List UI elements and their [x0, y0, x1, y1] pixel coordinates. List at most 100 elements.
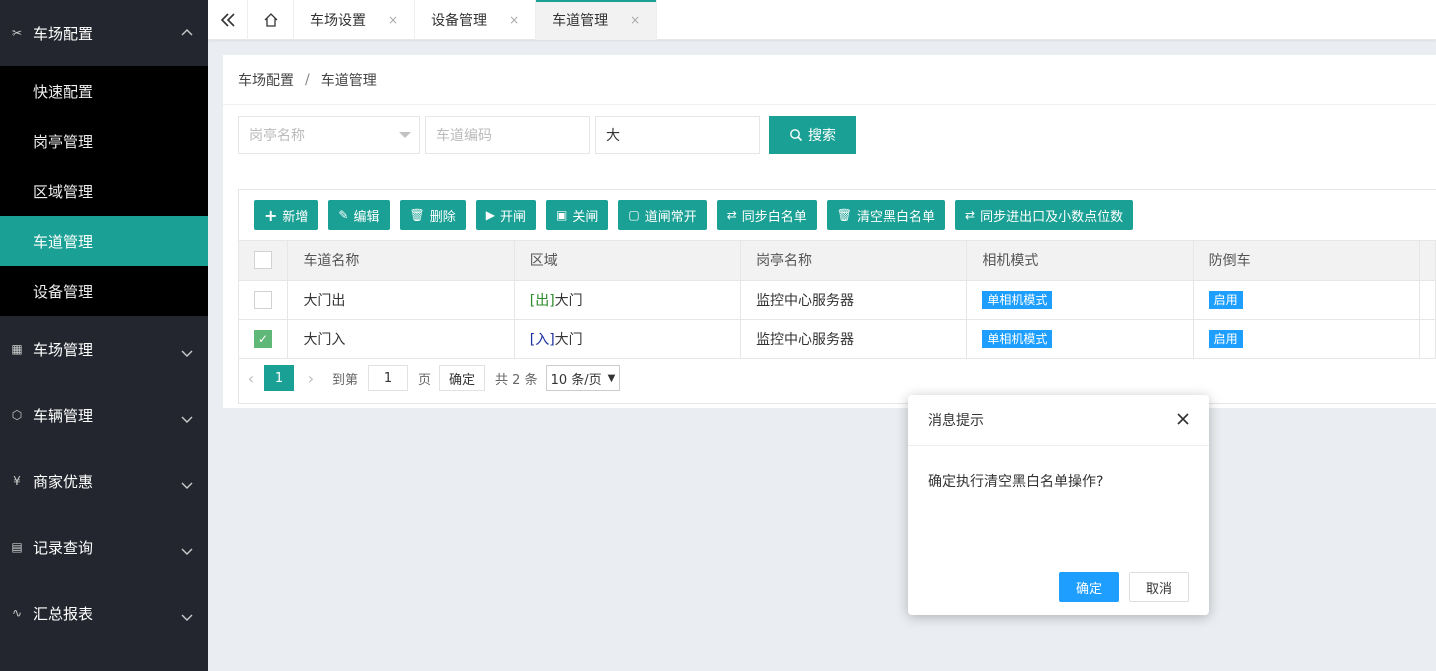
- dialog-cancel-button[interactable]: 取消: [1129, 572, 1189, 602]
- close-icon[interactable]: [1175, 411, 1191, 427]
- table-row[interactable]: ✓ 大门入 [入]大门 监控中心服务器 单相机模式 启用: [239, 319, 1436, 359]
- area-name: 大门: [554, 292, 583, 309]
- chevron-down-icon: [181, 614, 193, 621]
- chevron-down-icon: [181, 482, 193, 489]
- box-icon: ▣: [556, 208, 568, 222]
- row-checkbox-cell: ✓: [239, 319, 289, 359]
- menu-group-merchant[interactable]: ¥ 商家优惠: [0, 448, 208, 514]
- sidebar-item-label: 快速配置: [33, 82, 94, 101]
- search-form: 岗亭名称 车道编码 大 搜索: [238, 116, 856, 154]
- next-page-icon[interactable]: ›: [298, 369, 324, 388]
- select-all-cell: [239, 241, 289, 281]
- booth-cell: 监控中心服务器: [740, 280, 968, 320]
- breadcrumb-separator: /: [305, 71, 310, 88]
- lane-code-placeholder: 车道编码: [436, 128, 492, 144]
- sync-decimal-label: 同步进出口及小数点位数: [980, 209, 1124, 225]
- table-row[interactable]: 大门出 [出]大门 监控中心服务器 单相机模式 启用: [239, 280, 1436, 320]
- edit-button[interactable]: ✎ 编辑: [328, 200, 390, 230]
- sidebar-item-lane[interactable]: 车道管理: [0, 216, 208, 266]
- menu-group-records[interactable]: ▤ 记录查询: [0, 514, 208, 580]
- always-open-button[interactable]: ▢ 道闸常开: [618, 200, 707, 230]
- booth-select[interactable]: 岗亭名称: [238, 116, 420, 154]
- tab-label: 设备管理: [431, 13, 488, 29]
- col-booth: 岗亭名称: [740, 241, 968, 281]
- confirm-dialog: 消息提示 确定执行清空黑白名单操作? 确定 取消: [908, 395, 1209, 615]
- sidebar-item-area[interactable]: 区域管理: [0, 166, 208, 216]
- table-header-row: 车道名称 区域 岗亭名称 相机模式 防倒车: [239, 241, 1436, 281]
- current-page[interactable]: 1: [264, 365, 294, 391]
- lane-code-input[interactable]: 车道编码: [425, 116, 590, 154]
- sidebar-item-quick-config[interactable]: 快速配置: [0, 66, 208, 116]
- goto-page-input[interactable]: 1: [368, 365, 409, 391]
- sidebar: ✂ 车场配置 快速配置 岗亭管理 区域管理 车道管理 设备管理 ▦ 车场管理 ⬡…: [0, 0, 208, 671]
- row-checkbox[interactable]: [254, 290, 272, 309]
- tab-device-management[interactable]: 设备管理 ×: [415, 0, 537, 40]
- document-icon: ▤: [11, 540, 23, 554]
- select-all-checkbox[interactable]: [254, 251, 272, 270]
- clear-blackwhite-button[interactable]: 🗑 清空黑白名单: [826, 200, 946, 230]
- sync-whitelist-button[interactable]: ⇄ 同步白名单: [716, 200, 817, 230]
- sidebar-item-label: 车道管理: [33, 232, 94, 251]
- table-toolbar: + 新增 ✎ 编辑 🗑 删除 ▶ 开闸 ▣ 关闸 ▢ 道闸常开 ⇄ 同步白名单 🗑 清空黑白名单…: [239, 190, 1436, 241]
- menu-group-vehicle[interactable]: ⬡ 车辆管理: [0, 382, 208, 448]
- edit-icon: ✎: [338, 208, 349, 222]
- tab-home[interactable]: [248, 0, 294, 40]
- close-icon[interactable]: ×: [388, 13, 398, 27]
- tab-lane-management[interactable]: 车道管理 ×: [536, 0, 658, 40]
- breadcrumb-current: 车道管理: [320, 72, 377, 89]
- area-cell: [入]大门: [514, 319, 742, 359]
- trash-icon: 🗑: [836, 208, 853, 222]
- search-icon: [790, 129, 803, 142]
- col-extra: [1419, 241, 1436, 281]
- plus-icon: +: [264, 205, 278, 225]
- clear-blackwhite-label: 清空黑白名单: [857, 209, 936, 225]
- sidebar-item-booth[interactable]: 岗亭管理: [0, 116, 208, 166]
- always-open-label: 道闸常开: [644, 209, 697, 225]
- collapse-sidebar-button[interactable]: [208, 0, 248, 40]
- cube-icon: ⬡: [11, 408, 23, 422]
- page-unit-label: 页: [418, 372, 432, 388]
- tab-parking-settings[interactable]: 车场设置 ×: [294, 0, 416, 40]
- dialog-ok-button[interactable]: 确定: [1059, 572, 1119, 602]
- delete-button[interactable]: 🗑 删除: [399, 200, 466, 230]
- tab-label: 车场设置: [310, 13, 366, 29]
- anti-reverse-badge: 启用: [1208, 291, 1243, 309]
- open-gate-button[interactable]: ▶ 开闸: [475, 200, 536, 230]
- dialog-header: 消息提示: [908, 395, 1209, 446]
- menu-group-parking-manage[interactable]: ▦ 车场管理: [0, 316, 208, 382]
- close-icon[interactable]: ×: [630, 13, 640, 27]
- camera-mode-cell: 单相机模式: [966, 280, 1194, 320]
- sync-decimal-button[interactable]: ⇄ 同步进出口及小数点位数: [955, 200, 1134, 230]
- lane-name-value: 大: [606, 128, 620, 144]
- sidebar-item-label: 区域管理: [33, 182, 94, 201]
- search-button[interactable]: 搜索: [769, 116, 856, 154]
- anti-reverse-badge: 启用: [1208, 330, 1243, 348]
- yen-icon: ¥: [13, 474, 21, 488]
- sidebar-item-label: 设备管理: [33, 282, 94, 301]
- close-gate-button[interactable]: ▣ 关闸: [546, 200, 609, 230]
- row-checkbox-checked[interactable]: ✓: [254, 329, 272, 348]
- menu-group-label: 记录查询: [33, 538, 94, 557]
- menu-group-reports[interactable]: ∿ 汇总报表: [0, 580, 208, 646]
- breadcrumb-parent[interactable]: 车场配置: [238, 70, 294, 90]
- dialog-buttons: 确定 取消: [1059, 572, 1189, 602]
- booth-select-placeholder: 岗亭名称: [249, 128, 305, 144]
- sidebar-item-device[interactable]: 设备管理: [0, 266, 208, 316]
- chevron-down-icon: [181, 416, 193, 423]
- lane-name-input[interactable]: 大: [595, 116, 760, 154]
- main-card: 车场配置 / 车道管理 岗亭名称 车道编码 大 搜索 + 新增 ✎ 编辑 🗑 删除 ▶…: [223, 55, 1436, 408]
- menu-group-label: 车场管理: [33, 340, 94, 359]
- area-direction-tag: [出]: [529, 292, 555, 309]
- goto-confirm-button[interactable]: 确定: [439, 365, 486, 391]
- col-lane-name: 车道名称: [287, 241, 515, 281]
- prev-page-icon[interactable]: ‹: [238, 369, 264, 388]
- booth-cell: 监控中心服务器: [740, 319, 968, 359]
- add-button[interactable]: + 新增: [254, 200, 319, 230]
- menu-group-label: 商家优惠: [33, 472, 94, 491]
- menu-group-parking-config[interactable]: ✂ 车场配置: [0, 0, 208, 66]
- page-size-select[interactable]: 10 条/页 ▼: [545, 365, 621, 391]
- area-cell: [出]大门: [514, 280, 742, 320]
- trash-icon: 🗑: [409, 208, 425, 222]
- play-icon: ▶: [485, 208, 495, 222]
- close-icon[interactable]: ×: [509, 13, 519, 27]
